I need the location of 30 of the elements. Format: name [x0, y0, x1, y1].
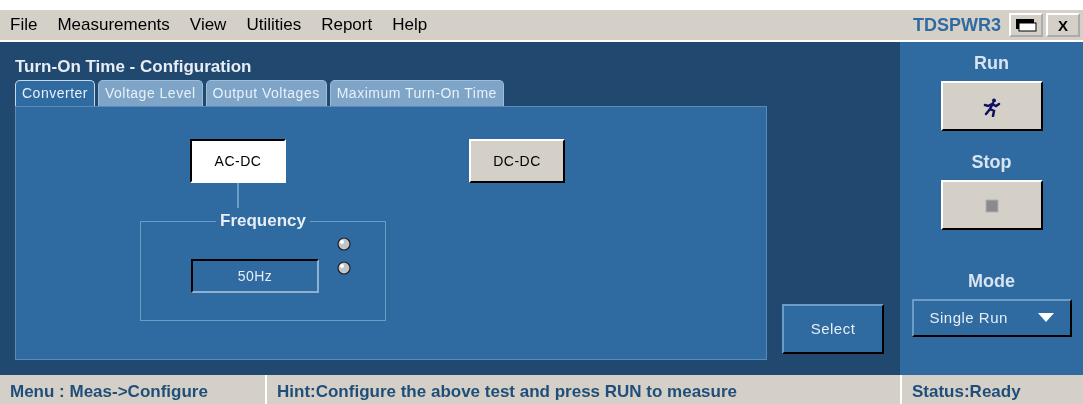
status-menu-path: Menu : Meas->Configure — [9, 381, 209, 403]
menu-item[interactable]: Help — [382, 12, 438, 38]
panel-title: Turn-On Time - Configuration — [15, 56, 253, 78]
converter-button[interactable]: DC-DC — [469, 139, 565, 183]
knob-icon[interactable] — [337, 237, 351, 251]
running-figure-icon — [981, 96, 1002, 117]
mode-title: Mode — [968, 270, 1015, 293]
status-text: Status:Ready — [900, 375, 1083, 404]
run-button[interactable] — [940, 81, 1043, 131]
window-mode-button[interactable] — [1009, 13, 1043, 37]
menu-item[interactable]: Report — [311, 12, 383, 38]
menu-item[interactable]: File — [0, 12, 48, 38]
converter-button[interactable]: AC-DC — [190, 139, 286, 183]
close-button[interactable]: X — [1046, 13, 1080, 37]
menu-item[interactable]: Utilities — [236, 12, 312, 38]
status-hint: Hint:Configure the above test and press RUN to measure — [265, 375, 900, 404]
stop-button[interactable] — [940, 180, 1043, 230]
frequency-field[interactable]: 50Hz — [191, 259, 319, 293]
knob-icon[interactable] — [337, 261, 351, 275]
stop-title: Stop — [971, 151, 1012, 174]
menu-item[interactable]: View — [179, 12, 237, 38]
tab[interactable]: Converter — [15, 80, 95, 106]
menu-item[interactable]: Measurements — [47, 12, 180, 38]
mode-dropdown[interactable]: Single Run — [911, 299, 1072, 337]
window-icon — [1015, 18, 1037, 32]
select-button[interactable]: Select — [782, 304, 884, 354]
stop-icon — [984, 198, 999, 213]
run-title: Run — [974, 52, 1009, 75]
caret-icon — [1037, 313, 1054, 323]
app-name: TDSPWR3 — [913, 13, 1001, 37]
